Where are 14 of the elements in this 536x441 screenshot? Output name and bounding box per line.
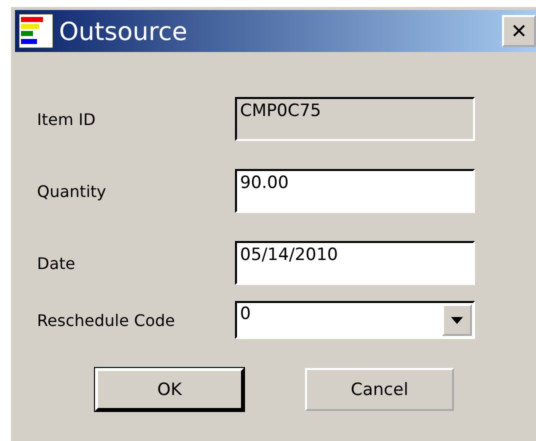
window-title: Outsource xyxy=(59,16,188,46)
dialog-button[interactable]: Cancel xyxy=(305,368,454,411)
app-icon xyxy=(19,14,53,48)
dialog-button[interactable]: OK xyxy=(95,368,244,411)
field-label: Reschedule Code xyxy=(37,310,175,330)
close-button[interactable]: ✕ xyxy=(502,15,536,47)
field-label: Date xyxy=(37,254,76,272)
input-field[interactable]: 90.00 xyxy=(235,169,475,213)
dropdown-field[interactable]: 0 xyxy=(235,301,475,339)
field-label: Quantity xyxy=(37,182,106,200)
input-field[interactable]: 05/14/2010 xyxy=(235,241,475,285)
dropdown-button[interactable] xyxy=(442,304,472,336)
field-label: Item ID xyxy=(37,110,96,128)
caret-icon xyxy=(451,316,463,324)
